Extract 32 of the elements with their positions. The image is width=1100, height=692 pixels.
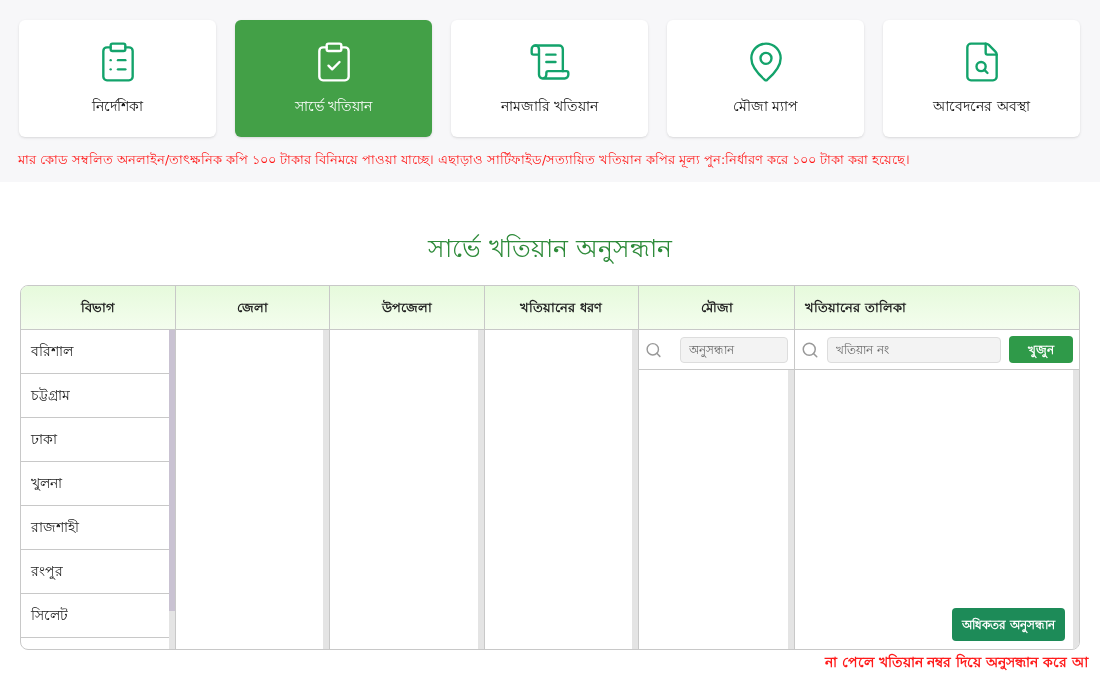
scrollbar[interactable] — [788, 370, 794, 650]
division-item[interactable]: চট্টগ্রাম — [21, 374, 169, 419]
column-heading: খতিয়ানের তালিকা — [805, 298, 906, 317]
nav-card[interactable]: নির্দেশিকা — [19, 20, 216, 137]
division-item[interactable]: রাজশাহী — [21, 506, 169, 551]
search-field[interactable]: অনুসন্ধান — [680, 336, 788, 363]
scrollbar[interactable] — [323, 330, 329, 650]
column-heading: খতিয়ানের ধরণ — [520, 298, 602, 317]
column-heading: উপজেলা — [381, 299, 432, 317]
page-title: সার্ভে খতিয়ান অনুসন্ধান — [426, 232, 674, 266]
division-item[interactable]: রংপুর — [21, 550, 169, 595]
notice-text: মার কোড সম্বলিত অনলাইন/তাৎক্ষনিক কপি ১০০ টাকার বিনিময়ে পাওয়া যাচ্ছে। এছাড়াও সার্টিফাইড/সত্যায়িত খতিয়ান কপির মূল্য পুন:নির্ধারণ করে ১০০ টাকা করা হয়েছে। — [17, 151, 912, 170]
scrollbar[interactable] — [168, 330, 175, 650]
advanced-search-button[interactable]: অধিকতর অনুসন্ধান — [951, 608, 1065, 642]
khatian-number-field[interactable]: খতিয়ান নং — [827, 336, 1001, 363]
column-heading: মৌজা — [700, 299, 733, 317]
scrollbar[interactable] — [1073, 370, 1079, 650]
nav-card[interactable]: মৌজা ম্যাপ — [667, 20, 864, 137]
division-item[interactable]: ঢাকা — [21, 418, 169, 463]
division-item[interactable]: খুলনা — [21, 462, 169, 507]
find-button[interactable]: খুজুন — [1009, 336, 1073, 364]
column-heading: বিভাগ — [80, 298, 115, 317]
nav-card[interactable]: আবেদনের অবস্থা — [883, 20, 1080, 137]
search-icon — [801, 340, 819, 359]
search-icon — [645, 340, 662, 359]
scrollbar[interactable] — [632, 330, 638, 650]
nav-card[interactable]: নামজারি খতিয়ান — [451, 20, 648, 137]
division-item[interactable]: সিলেট — [21, 594, 169, 639]
division-item[interactable]: বরিশাল — [21, 330, 169, 375]
footer-notice: না পেলে খতিয়ান নম্বর দিয়ে অনুসন্ধান করে আ — [824, 652, 1090, 673]
column-heading: জেলা — [236, 299, 268, 317]
scrollbar[interactable] — [477, 330, 484, 650]
